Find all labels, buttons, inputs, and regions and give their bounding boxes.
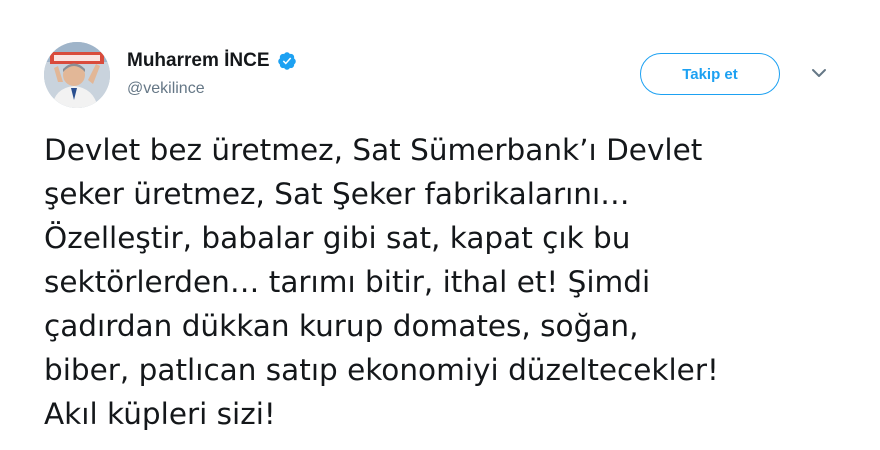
tweet-text: Devlet bez üretmez, Sat Sümerbank’ı Devl… (44, 128, 864, 436)
tweet-text-line: çadırdan dükkan kurup domates, soğan, (44, 309, 639, 343)
tweet-text-line: şeker üretmez, Sat Şeker fabrikalarını… (44, 177, 630, 211)
tweet-text-line: Devlet bez üretmez, Sat Sümerbank’ı Devl… (44, 133, 703, 167)
follow-button[interactable]: Takip et (640, 53, 780, 95)
avatar[interactable] (44, 42, 110, 108)
tweet-text-line: Özelleştir, babalar gibi sat, kapat çık … (44, 221, 631, 255)
tweet-text-line: Akıl küpleri sizi! (44, 397, 276, 431)
tweet-text-line: biber, patlıcan satıp ekonomiyi düzeltec… (44, 353, 719, 387)
chevron-down-icon[interactable] (810, 66, 828, 78)
profile-photo (44, 42, 110, 108)
verified-badge-icon (277, 51, 297, 71)
author-name-row: Muharrem İNCE (127, 46, 297, 76)
author-handle[interactable]: @vekilince (127, 80, 205, 98)
tweet-card: Muharrem İNCE @vekilince Takip et Devlet… (0, 0, 880, 450)
author-display-name[interactable]: Muharrem İNCE (127, 50, 270, 72)
tweet-text-line: sektörlerden… tarımı bitir, ithal et! Şi… (44, 265, 651, 299)
